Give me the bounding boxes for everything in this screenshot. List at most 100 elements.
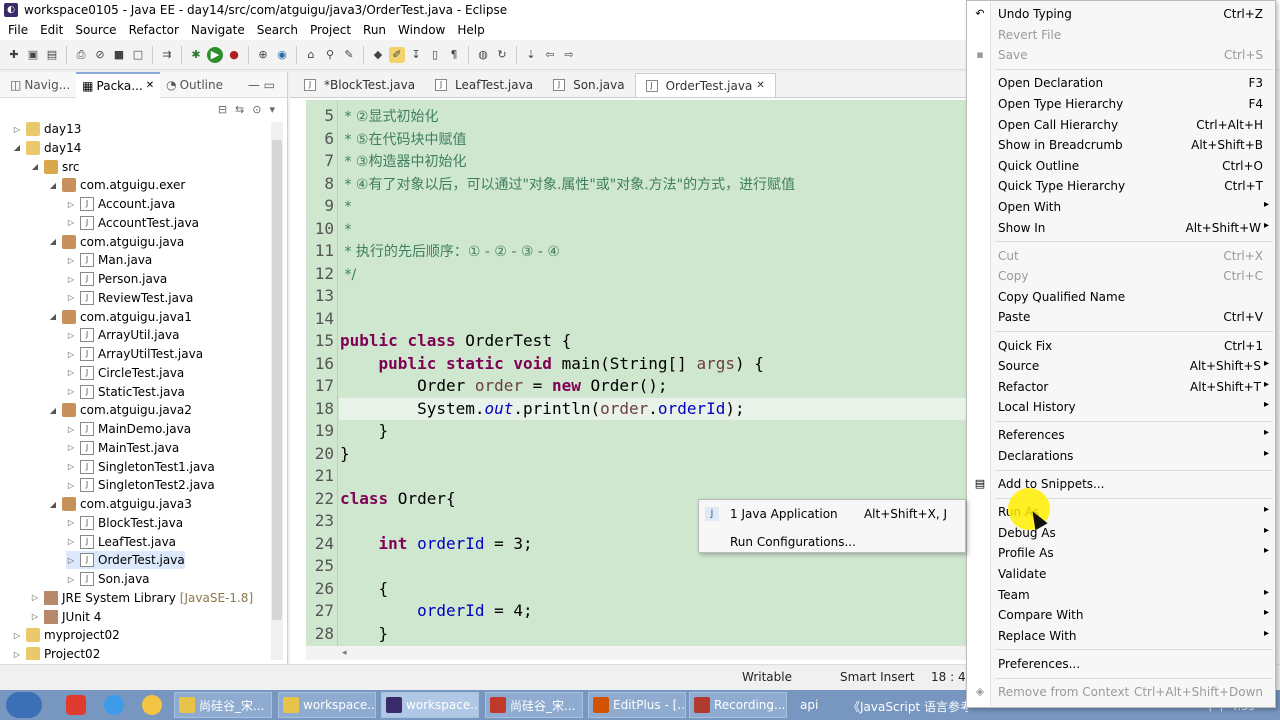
expand-arrow-icon[interactable]: ▷ [30,593,40,602]
code-line[interactable]: * [340,196,351,215]
code-area[interactable]: 5 * ②显式初始化 6 * ⑤在代码块中赋值 7 * ③构造器中初始化 8 * ④有… [306,100,966,646]
editor-tab[interactable]: J *BlockTest.java [294,73,425,97]
pin-icon[interactable]: ⇣ [523,47,539,63]
left-tab-1[interactable]: ▦ Packa... ✕ [76,71,161,98]
save-icon[interactable]: ▣ [25,47,41,63]
tree-item[interactable]: ▷ J Person.java [66,270,167,288]
view-menu-icon[interactable]: ▾ [269,103,275,116]
context-menu-item-compare-with[interactable]: Compare With ▸ [967,605,1275,625]
menu-run[interactable]: Run [357,20,392,40]
context-menu-item-profile-as[interactable]: Profile As ▸ [967,543,1275,563]
tree-item[interactable]: ▷ J CircleTest.java [66,364,184,382]
context-menu-item-refactor[interactable]: Refactor Alt+Shift+T ▸ [967,377,1275,397]
editor-horizontal-scrollbar[interactable]: ◂ [306,646,966,660]
tree-item[interactable]: ▷ J ArrayUtilTest.java [66,345,203,363]
expand-arrow-icon[interactable]: ▷ [12,650,22,659]
code-line[interactable]: * ⑤在代码块中赋值 [340,129,466,149]
highlight-icon[interactable]: ✐ [389,46,405,63]
tree-item[interactable]: ▷ J ReviewTest.java [66,289,193,307]
tree-item[interactable]: ▷ J AccountTest.java [66,214,199,232]
editor-tab[interactable]: J Son.java [543,73,635,97]
tree-item[interactable]: ▷ J OrderTest.java [66,551,185,570]
tree-item[interactable]: ▷ J ArrayUtil.java [66,326,179,344]
next-annotation-icon[interactable]: ↧ [408,47,424,63]
context-menu-item-open-with[interactable]: Open With ▸ [967,197,1275,217]
tree-item[interactable]: ◢ com.atguigu.java2 [48,401,192,419]
tree-item[interactable]: ▷ J Account.java [66,195,175,213]
forward-icon[interactable]: ⇨ [561,47,577,63]
collapse-arrow-icon[interactable]: ◢ [48,181,58,190]
code-line[interactable]: * ④有了对象以后，可以通过"对象.属性"或"对象.方法"的方式，进行赋值 [340,174,795,194]
code-line[interactable]: * 执行的先后顺序：① - ② - ③ - ④ [340,241,560,261]
close-icon[interactable]: ✕ [146,80,154,91]
expand-arrow-icon[interactable]: ▷ [12,631,22,640]
tree-item[interactable]: ▷ J MainDemo.java [66,420,191,438]
block-selection-icon[interactable]: ▯ [427,47,443,63]
taskbar-task[interactable]: EditPlus - [... [588,692,686,718]
expand-arrow-icon[interactable]: ▷ [66,443,76,452]
tree-item[interactable]: ▷ JUnit 4 [30,608,101,626]
app-launcher-icon[interactable] [66,695,86,715]
taskbar-task[interactable]: workspace... [381,692,479,718]
context-menu-item-copy-qualified-name[interactable]: Copy Qualified Name [967,287,1275,307]
tree-item[interactable]: ▷ J LeafTest.java [66,533,176,551]
new-package-icon[interactable]: ⊕ [255,47,271,63]
code-line[interactable]: * [340,219,351,238]
collapse-arrow-icon[interactable]: ◢ [48,312,58,321]
tree-item[interactable]: ◢ day14 [12,139,81,157]
context-menu-item-show-in[interactable]: Show In Alt+Shift+W ▸ [967,218,1275,238]
link-editor-icon[interactable]: ⇆ [235,103,244,116]
expand-arrow-icon[interactable]: ▷ [66,331,76,340]
run-configurations-item[interactable]: Run Configurations... [699,532,965,552]
menu-edit[interactable]: Edit [34,20,69,40]
context-menu-item-quick-outline[interactable]: Quick Outline Ctrl+O [967,156,1275,176]
print-icon[interactable]: ⎙ [73,47,89,63]
tree-scrollbar[interactable] [271,122,283,660]
tree-item[interactable]: ▷ day13 [12,120,81,138]
expand-arrow-icon[interactable]: ▷ [66,350,76,359]
code-line[interactable]: * ③构造器中初始化 [340,151,466,171]
code-line[interactable]: public static void main(String[] args) { [340,354,764,373]
run-java-application-item[interactable]: J 1 Java Application Alt+Shift+X, J [699,504,965,524]
context-menu-item-add-to-snippets[interactable]: ▤ Add to Snippets... [967,474,1275,494]
menu-refactor[interactable]: Refactor [123,20,185,40]
context-menu-item-source[interactable]: Source Alt+Shift+S ▸ [967,356,1275,376]
open-type-icon[interactable]: ⌂ [303,47,319,63]
stop-icon[interactable]: ■ [111,47,127,63]
show-whitespace-icon[interactable]: ¶ [446,47,462,63]
left-tab-2[interactable]: ◔ Outline [160,72,229,98]
left-tab-0[interactable]: ◫ Navig... [4,72,76,98]
expand-arrow-icon[interactable]: ▷ [66,425,76,434]
expand-arrow-icon[interactable]: ▷ [30,612,40,621]
code-line[interactable]: } [340,624,389,643]
collapse-all-icon[interactable]: ⊟ [218,103,227,116]
menu-project[interactable]: Project [304,20,357,40]
context-menu-item-cut[interactable]: Cut Ctrl+X [967,246,1275,266]
code-line[interactable]: orderId = 4; [340,601,533,620]
tree-item[interactable]: ▷ myproject02 [12,626,120,644]
menu-source[interactable]: Source [69,20,122,40]
close-icon[interactable]: ✕ [756,80,764,91]
tree-item[interactable]: ◢ src [30,158,80,176]
run-external-icon[interactable]: ● [226,47,242,63]
expand-arrow-icon[interactable]: ▷ [66,368,76,377]
context-menu-item-open-declaration[interactable]: Open Declaration F3 [967,73,1275,93]
tree-item[interactable]: ◢ com.atguigu.exer [48,176,185,194]
new-icon[interactable]: ✚ [6,47,22,63]
context-menu-item-replace-with[interactable]: Replace With ▸ [967,626,1275,646]
context-menu-item-paste[interactable]: Paste Ctrl+V [967,307,1275,327]
taskbar-extra-doc[interactable]: 《JavaScript 语言参考... [848,698,968,715]
run-icon[interactable]: ▶ [207,46,223,63]
code-line[interactable]: public class OrderTest { [340,331,571,350]
code-line[interactable]: System.out.println(order.orderId); [340,399,745,418]
expand-arrow-icon[interactable]: ▷ [66,575,76,584]
menu-window[interactable]: Window [392,20,451,40]
context-menu-item-validate[interactable]: Validate [967,564,1275,584]
search-icon[interactable]: ⚲ [322,47,338,63]
context-menu-item-local-history[interactable]: Local History ▸ [967,397,1275,417]
back-icon[interactable]: ⇦ [542,47,558,63]
context-menu-item-show-in-breadcrumb[interactable]: Show in Breadcrumb Alt+Shift+B [967,135,1275,155]
code-line[interactable]: } [340,444,350,463]
taskbar-task[interactable]: workspace... [278,692,376,718]
context-menu-item-team[interactable]: Team ▸ [967,585,1275,605]
